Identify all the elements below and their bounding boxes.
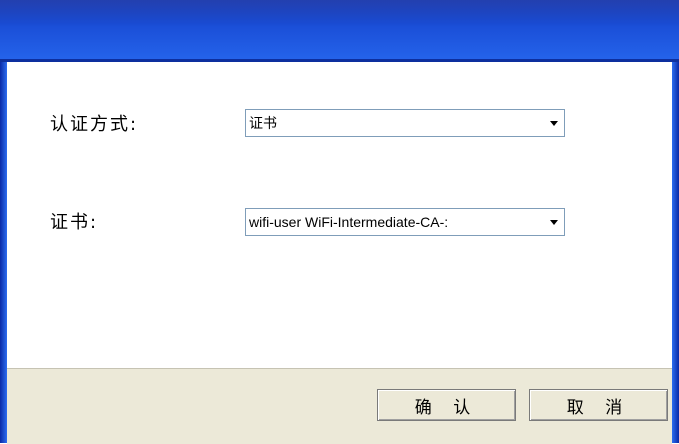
- titlebar-sheen: [0, 0, 679, 24]
- window-frame-right: [672, 62, 679, 443]
- auth-method-select[interactable]: 证书: [245, 109, 565, 137]
- window-frame-left: [0, 62, 7, 443]
- ok-button[interactable]: 确 认: [377, 389, 516, 421]
- auth-method-label: 认证方式:: [50, 114, 139, 135]
- certificate-label: 证书:: [50, 212, 99, 233]
- dialog-footer: 确 认 取 消: [7, 368, 672, 444]
- certificate-value: wifi-user WiFi-Intermediate-CA-:: [249, 214, 449, 230]
- window-titlebar: [0, 0, 679, 62]
- chevron-down-icon: [550, 120, 558, 126]
- certificate-dropdown-button[interactable]: [544, 209, 564, 235]
- dialog-content: 认证方式: 证书 证书: wifi-user WiFi-Intermediate…: [7, 62, 672, 368]
- auth-method-dropdown-button[interactable]: [544, 110, 564, 136]
- certificate-select[interactable]: wifi-user WiFi-Intermediate-CA-:: [245, 208, 565, 236]
- chevron-down-icon: [550, 219, 558, 225]
- auth-method-value: 证书: [249, 115, 277, 131]
- cancel-button[interactable]: 取 消: [529, 389, 668, 421]
